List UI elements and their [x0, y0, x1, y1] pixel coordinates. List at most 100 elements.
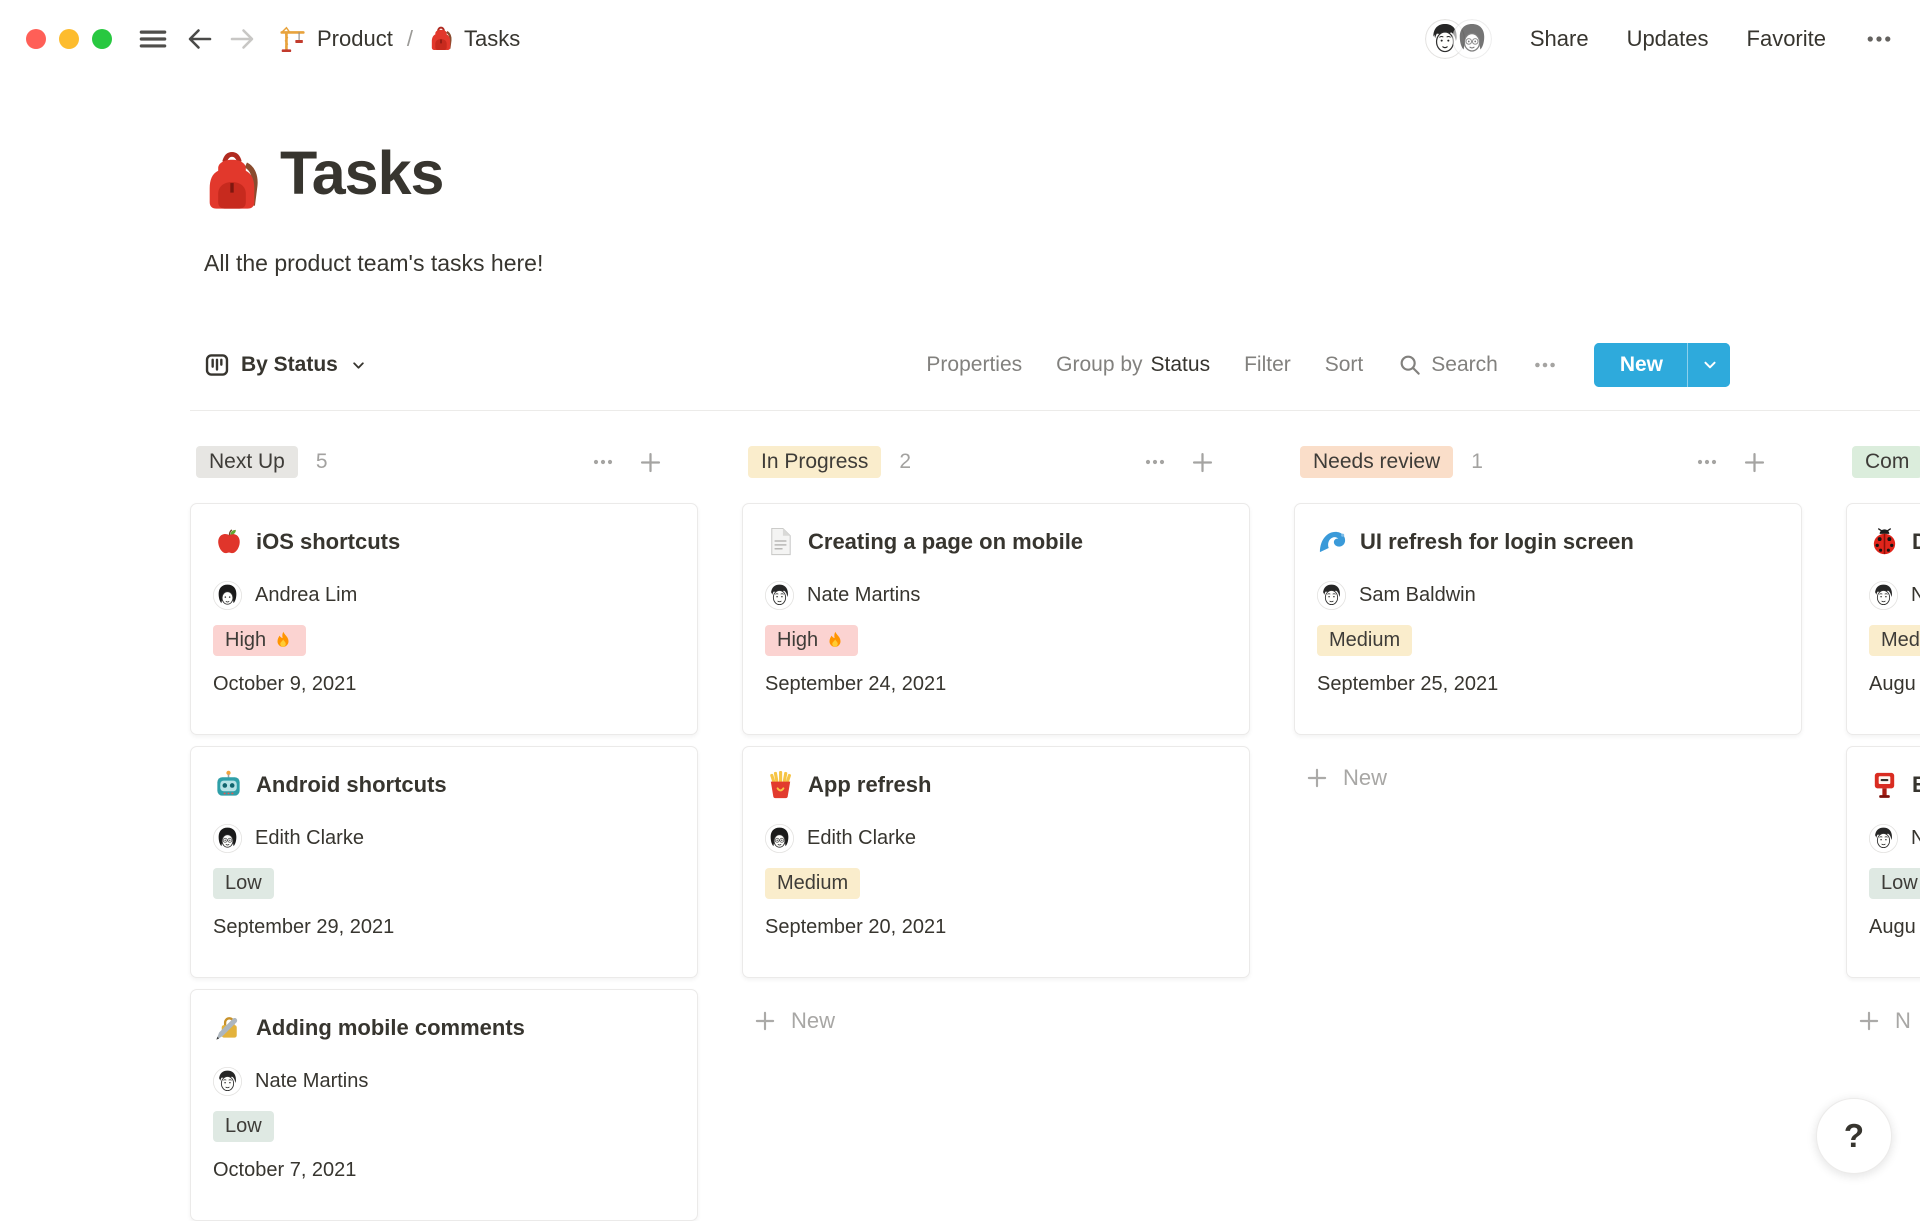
view-name: By Status	[241, 353, 338, 377]
robot-icon	[213, 769, 244, 800]
new-button[interactable]: New	[1596, 343, 1687, 387]
back-arrow-icon[interactable]	[184, 23, 216, 55]
task-card[interactable]: Android shortcuts Edith Clarke Low Septe…	[190, 746, 698, 978]
card-date: September 20, 2021	[765, 916, 1227, 939]
task-card[interactable]: D N Med Augu	[1846, 503, 1920, 735]
card-assignee: Edith Clarke	[213, 824, 675, 853]
backpack-icon	[427, 25, 455, 53]
add-card-button[interactable]: New	[1294, 765, 1387, 791]
avatar	[765, 824, 794, 853]
card-title: Adding mobile comments	[256, 1015, 525, 1041]
column-status-badge[interactable]: In Progress	[748, 446, 881, 478]
card-date: October 9, 2021	[213, 673, 675, 696]
task-card[interactable]: UI refresh for login screen Sam Baldwin …	[1294, 503, 1802, 735]
card-title: UI refresh for login screen	[1360, 529, 1634, 555]
fire-icon	[824, 630, 846, 652]
french-fries-icon	[765, 769, 796, 800]
column-more-icon[interactable]	[591, 450, 615, 474]
avatar	[213, 824, 242, 853]
red-apple-icon	[213, 526, 244, 557]
page-title[interactable]: Tasks	[280, 138, 443, 208]
column-status-badge[interactable]: Needs review	[1300, 446, 1453, 478]
group-by-label: Group by	[1056, 353, 1142, 377]
column-status-badge[interactable]: Com	[1852, 446, 1920, 478]
column-add-icon[interactable]	[637, 449, 664, 476]
priority-badge: Medium	[1317, 625, 1412, 656]
view-switcher[interactable]: By Status	[190, 352, 368, 378]
column-add-icon[interactable]	[1741, 449, 1768, 476]
priority-badge: High	[765, 625, 858, 656]
column-more-icon[interactable]	[1143, 450, 1167, 474]
priority-badge: Med	[1869, 625, 1920, 656]
priority-badge: Medium	[765, 868, 860, 899]
card-date: September 24, 2021	[765, 673, 1227, 696]
minimize-window-button[interactable]	[59, 29, 79, 49]
task-card[interactable]: E N Low Augu	[1846, 746, 1920, 978]
breadcrumb-product[interactable]: Product	[278, 24, 393, 54]
female-portrait-avatar	[1452, 19, 1492, 59]
add-card-button[interactable]: N	[1846, 1008, 1911, 1034]
card-title: D	[1912, 529, 1920, 555]
search-icon	[1397, 352, 1423, 378]
group-by-button[interactable]: Group by Status	[1056, 353, 1210, 377]
page-description[interactable]: All the product team's tasks here!	[204, 250, 543, 277]
card-assignee: Andrea Lim	[213, 581, 675, 610]
card-assignee: Nate Martins	[213, 1067, 675, 1096]
properties-button[interactable]: Properties	[926, 353, 1022, 377]
card-assignee: Sam Baldwin	[1317, 581, 1779, 610]
column-more-icon[interactable]	[1695, 450, 1719, 474]
toolbar-divider	[190, 410, 1920, 411]
card-assignee: Edith Clarke	[765, 824, 1227, 853]
task-card[interactable]: App refresh Edith Clarke Medium Septembe…	[742, 746, 1250, 978]
plus-icon	[752, 1008, 778, 1034]
page-facing-up-icon	[765, 526, 796, 557]
fire-icon	[272, 630, 294, 652]
new-button-group: New	[1594, 343, 1730, 387]
more-options-icon[interactable]	[1864, 24, 1894, 54]
member-avatars[interactable]	[1425, 19, 1492, 59]
updates-button[interactable]: Updates	[1627, 26, 1709, 52]
assignee-name: Sam Baldwin	[1359, 584, 1476, 607]
new-dropdown-button[interactable]	[1690, 343, 1730, 387]
breadcrumb-tasks[interactable]: Tasks	[427, 25, 520, 53]
sidebar-toggle-icon[interactable]	[136, 22, 170, 56]
breadcrumb-separator: /	[405, 26, 415, 52]
priority-badge: Low	[213, 1111, 274, 1142]
card-title: Android shortcuts	[256, 772, 447, 798]
view-toolbar: By Status Properties Group by Status Fil…	[190, 341, 1730, 389]
plus-icon	[1304, 765, 1330, 791]
board-view-icon	[204, 352, 230, 378]
forward-arrow-icon[interactable]	[226, 23, 258, 55]
close-window-button[interactable]	[26, 29, 46, 49]
sort-button[interactable]: Sort	[1325, 353, 1364, 377]
task-card[interactable]: iOS shortcuts Andrea Lim High October 9,…	[190, 503, 698, 735]
board-column-next-up: Next Up 5 iOS shortcuts Andrea Lim High	[190, 443, 698, 1221]
add-card-button[interactable]: New	[742, 1008, 835, 1034]
column-add-icon[interactable]	[1189, 449, 1216, 476]
favorite-button[interactable]: Favorite	[1747, 26, 1826, 52]
task-card[interactable]: Adding mobile comments Nate Martins Low …	[190, 989, 698, 1221]
breadcrumb: Product / Tasks	[278, 24, 520, 54]
help-button[interactable]: ?	[1816, 1098, 1892, 1174]
column-status-badge[interactable]: Next Up	[196, 446, 298, 478]
column-header: Com	[1846, 443, 1920, 481]
priority-badge: Low	[1869, 868, 1920, 899]
avatar	[1317, 581, 1346, 610]
share-button[interactable]: Share	[1530, 26, 1589, 52]
zoom-window-button[interactable]	[92, 29, 112, 49]
plus-icon	[1856, 1008, 1882, 1034]
assignee-name: N	[1911, 827, 1920, 850]
group-by-value: Status	[1151, 353, 1211, 377]
filter-button[interactable]: Filter	[1244, 353, 1291, 377]
view-more-icon[interactable]	[1532, 352, 1558, 378]
page-icon-backpack[interactable]	[198, 148, 266, 216]
card-assignee: Nate Martins	[765, 581, 1227, 610]
task-card[interactable]: Creating a page on mobile Nate Martins H…	[742, 503, 1250, 735]
topbar-actions: Share Updates Favorite	[1425, 19, 1894, 59]
search-button[interactable]: Search	[1397, 352, 1498, 378]
assignee-name: Andrea Lim	[255, 584, 357, 607]
column-header: Needs review 1	[1294, 443, 1802, 481]
building-construction-icon	[278, 24, 308, 54]
postbox-icon	[1869, 769, 1900, 800]
card-date: October 7, 2021	[213, 1159, 675, 1182]
